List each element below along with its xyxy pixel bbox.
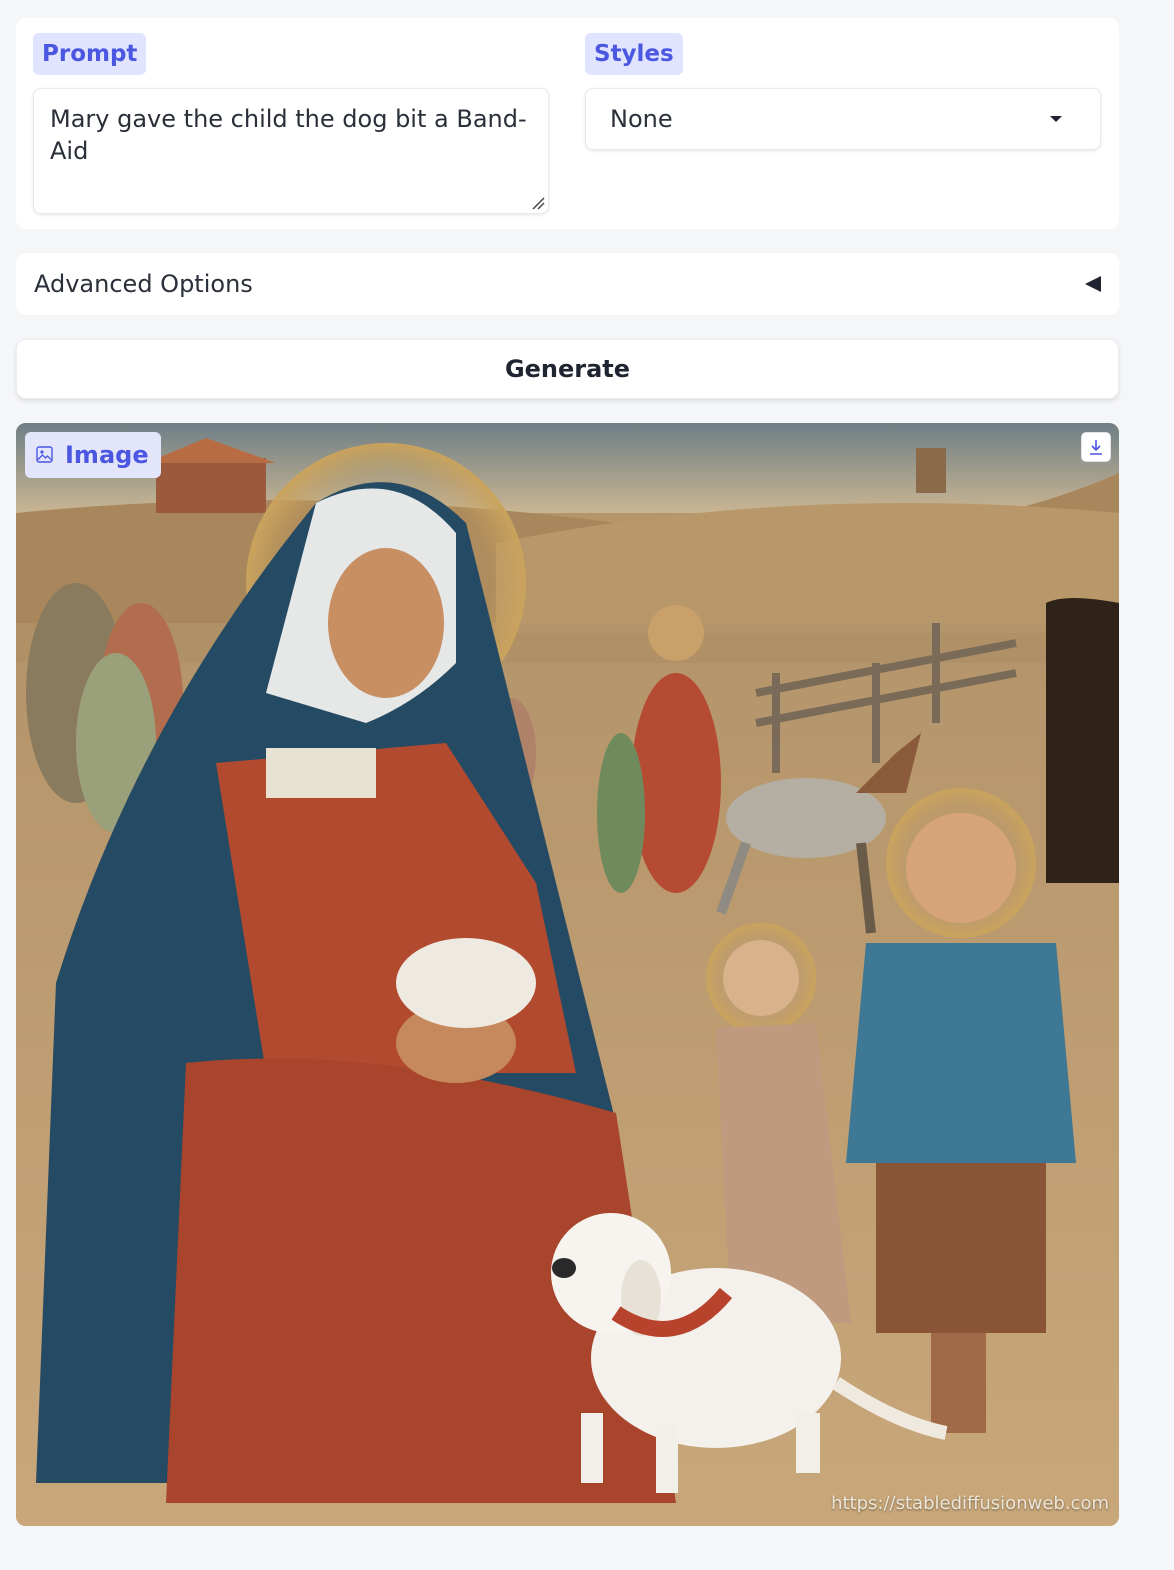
styles-selected-value: None: [610, 105, 673, 133]
generated-painting: [16, 423, 1119, 1526]
collapse-triangle-icon: [1085, 276, 1101, 292]
output-image-panel: Image https://stablediffusionweb.com: [16, 423, 1119, 1526]
advanced-options-accordion[interactable]: Advanced Options: [16, 253, 1119, 315]
generate-button[interactable]: Generate: [16, 339, 1119, 399]
prompt-textarea[interactable]: Mary gave the child the dog bit a Band-A…: [33, 88, 549, 214]
image-output-label: Image: [25, 432, 161, 478]
chevron-down-icon: [1050, 116, 1062, 122]
watermark-text: https://stablediffusionweb.com: [831, 1493, 1109, 1514]
download-button[interactable]: [1081, 432, 1111, 462]
styles-dropdown[interactable]: None: [585, 88, 1101, 150]
image-label-text: Image: [65, 441, 149, 469]
prompt-text: Mary gave the child the dog bit a Band-A…: [50, 105, 527, 165]
prompt-label: Prompt: [33, 33, 147, 75]
advanced-options-label: Advanced Options: [34, 270, 253, 298]
resize-handle-icon[interactable]: [531, 196, 545, 210]
download-icon: [1090, 440, 1102, 455]
styles-label: Styles: [585, 33, 683, 75]
image-icon: [36, 446, 53, 463]
